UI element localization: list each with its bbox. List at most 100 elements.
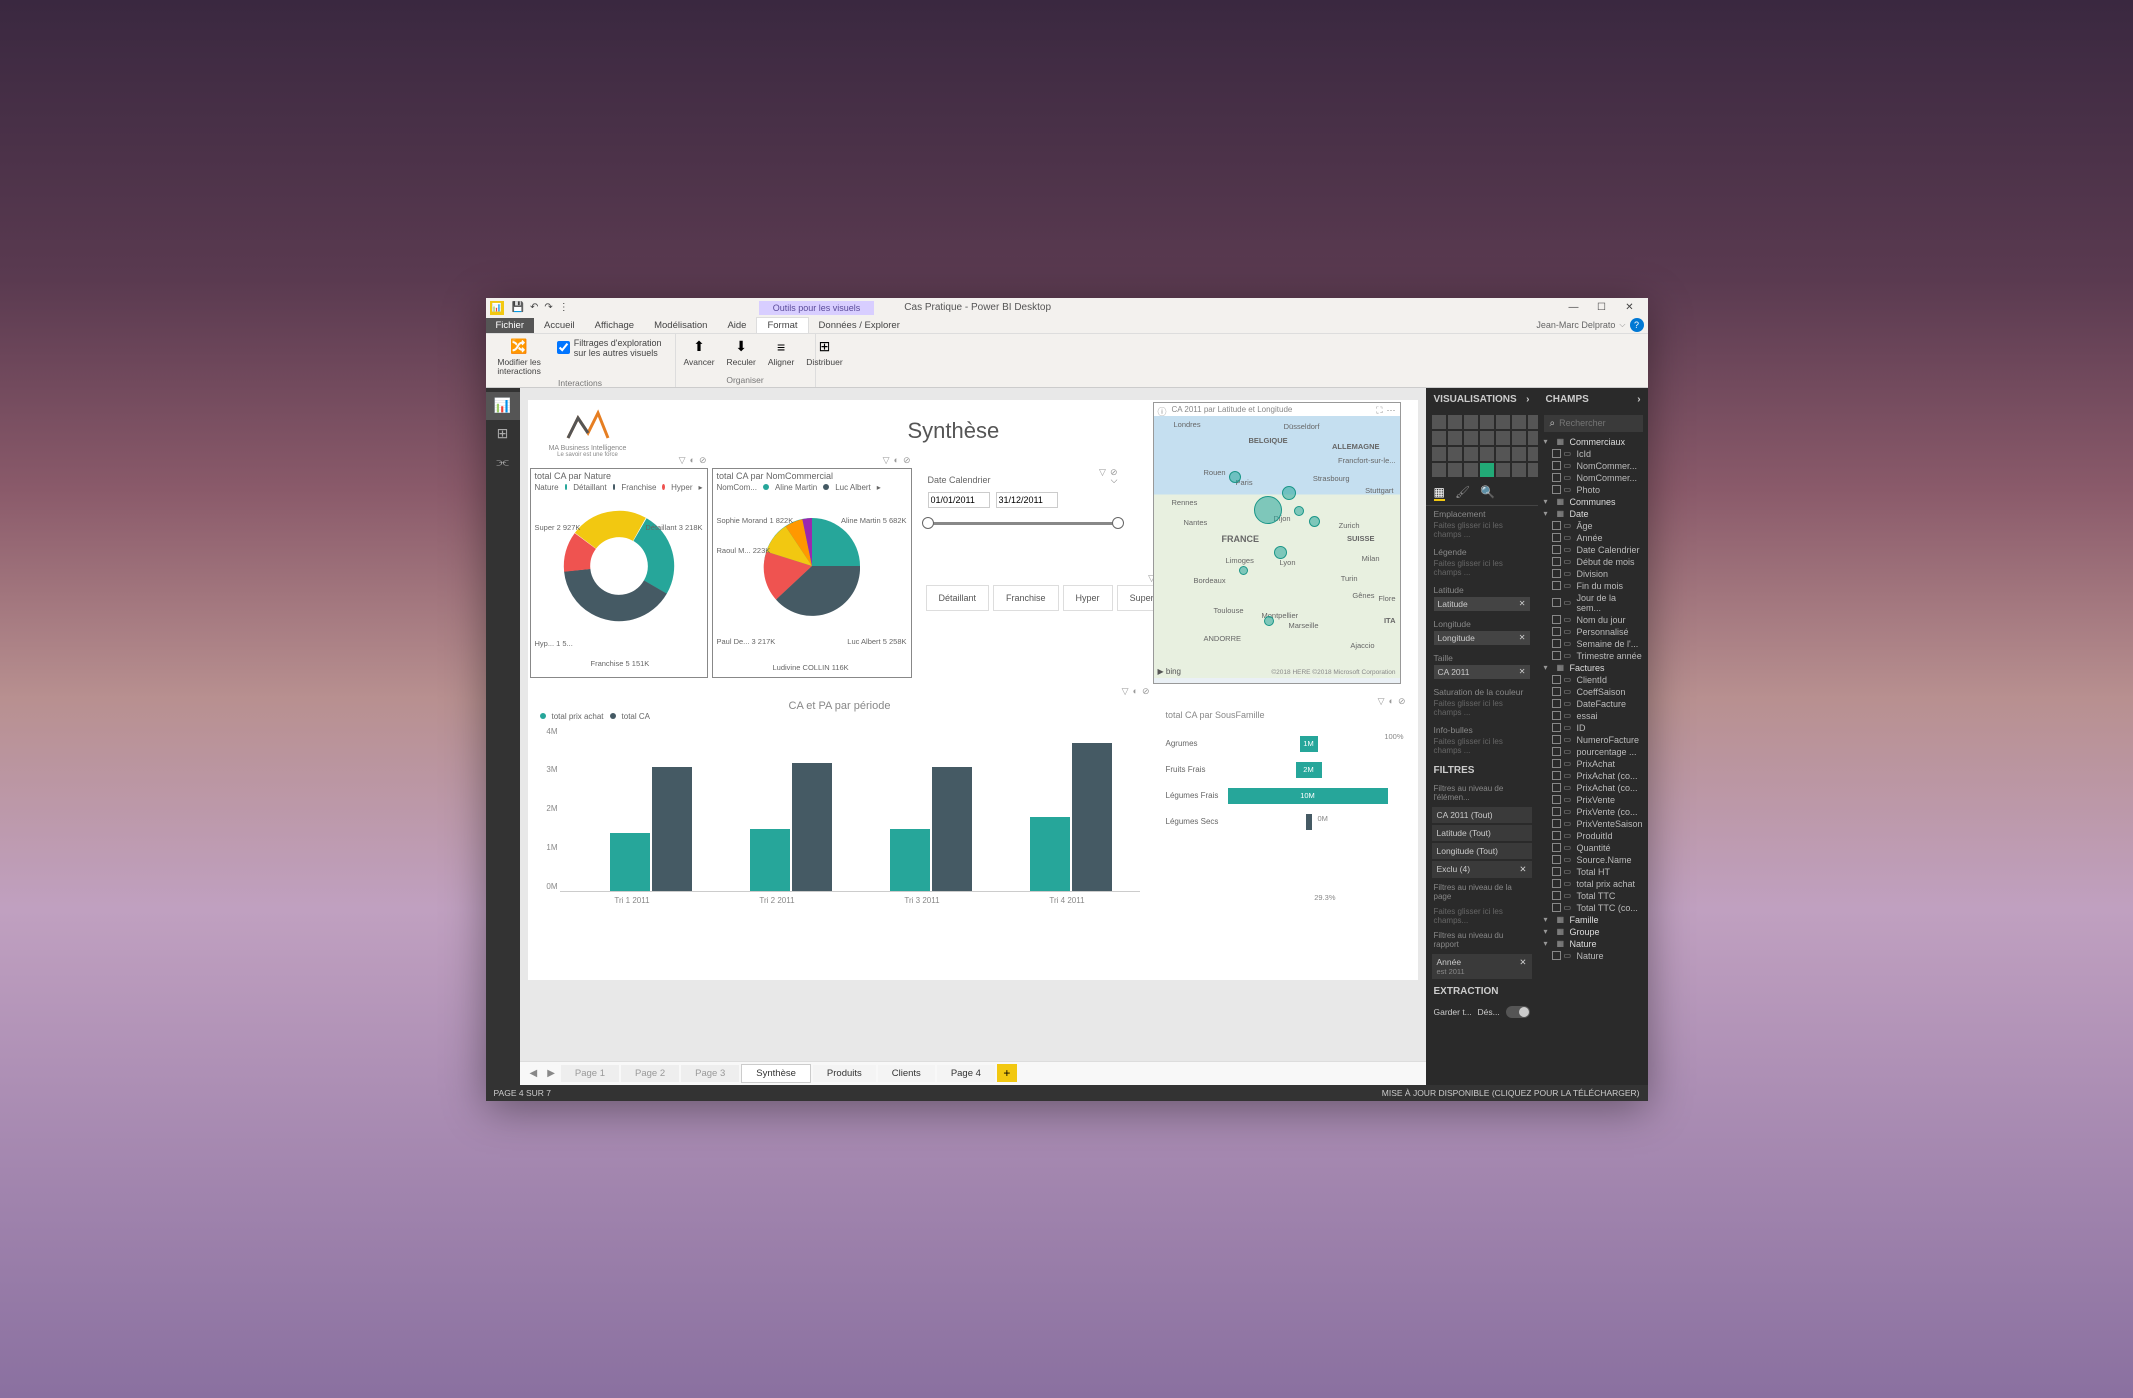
fields-tab-icon[interactable]: ▦: [1434, 485, 1445, 501]
modify-interactions-button[interactable]: 🔀 Modifier les interactions: [492, 336, 547, 379]
slider-handle-left[interactable]: [922, 517, 934, 529]
field-row[interactable]: ▭PrixVenteSaison: [1542, 818, 1645, 830]
field-row[interactable]: ▭Jour de la sem...: [1542, 592, 1645, 614]
line-column-icon[interactable]: [1432, 431, 1446, 445]
clustered-column-icon[interactable]: [1480, 415, 1494, 429]
arcgis-icon[interactable]: [1512, 463, 1526, 477]
card-icon[interactable]: [1496, 447, 1510, 461]
data-view-icon[interactable]: ⊞: [486, 420, 520, 448]
tab-accueil[interactable]: Accueil: [534, 318, 585, 333]
stacked-column-icon[interactable]: [1464, 415, 1478, 429]
date-slider[interactable]: [928, 522, 1118, 525]
page-tab[interactable]: Produits: [813, 1065, 876, 1082]
field-row[interactable]: ▭NomCommer...: [1542, 460, 1645, 472]
bring-forward-button[interactable]: ⬆Avancer: [682, 336, 717, 369]
tab-affichage[interactable]: Affichage: [585, 318, 644, 333]
maximize-icon[interactable]: ☐: [1588, 298, 1616, 318]
filter-icon[interactable]: ▽: [1122, 686, 1129, 697]
field-row[interactable]: ▭Photo: [1542, 484, 1645, 496]
tab-fichier[interactable]: Fichier: [486, 318, 535, 333]
clear-icon[interactable]: ⊘: [1110, 467, 1118, 478]
field-row[interactable]: ▭ProduitId: [1542, 830, 1645, 842]
table-row[interactable]: ▾▦Nature: [1542, 938, 1645, 950]
distribute-button[interactable]: ⊞Distribuer: [804, 336, 844, 369]
field-row[interactable]: ▭PrixVente: [1542, 794, 1645, 806]
stacked-bar-icon[interactable]: [1432, 415, 1446, 429]
none-icon[interactable]: ⊘: [1142, 686, 1150, 697]
format-tab-icon[interactable]: 🖌: [1455, 485, 1470, 501]
report-view-icon[interactable]: 📊: [486, 392, 520, 420]
page-tab[interactable]: Synthèse: [741, 1064, 811, 1083]
field-row[interactable]: ▭CoeffSaison: [1542, 686, 1645, 698]
drop-zone[interactable]: Faites glisser ici les champs ...: [1434, 735, 1530, 757]
field-latitude[interactable]: Latitude✕: [1434, 597, 1530, 611]
map-icon[interactable]: [1432, 447, 1446, 461]
area-chart-icon[interactable]: [1512, 415, 1526, 429]
table-row[interactable]: ▾▦Commerciaux: [1542, 436, 1645, 448]
field-row[interactable]: ▭Quantité: [1542, 842, 1645, 854]
field-row[interactable]: ▭NumeroFacture: [1542, 734, 1645, 746]
date-from-input[interactable]: [928, 492, 990, 508]
field-row[interactable]: ▭total prix achat: [1542, 878, 1645, 890]
user-name[interactable]: Jean-Marc Delprato: [1536, 320, 1615, 330]
none-icon[interactable]: ⊘: [699, 455, 707, 466]
add-page-button[interactable]: +: [997, 1064, 1017, 1082]
search-input[interactable]: [1559, 418, 1636, 428]
slicer-btn-detaillant[interactable]: Détaillant: [926, 585, 990, 611]
field-row[interactable]: ▭PrixAchat: [1542, 758, 1645, 770]
minimize-icon[interactable]: —: [1560, 298, 1588, 318]
gauge-icon[interactable]: [1480, 447, 1494, 461]
slicer-btn-hyper[interactable]: Hyper: [1063, 585, 1113, 611]
report-canvas[interactable]: MA Business Intelligence Le savoir est u…: [528, 400, 1418, 980]
clustered-bar-icon[interactable]: [1448, 415, 1462, 429]
field-row[interactable]: ▭essai: [1542, 710, 1645, 722]
donut-icon[interactable]: [1512, 431, 1526, 445]
close-icon[interactable]: ✕: [1616, 298, 1644, 318]
scatter-icon[interactable]: [1480, 431, 1494, 445]
field-row[interactable]: ▭Division: [1542, 568, 1645, 580]
date-to-input[interactable]: [996, 492, 1058, 508]
line-chart-icon[interactable]: [1496, 415, 1510, 429]
table-row[interactable]: ▾▦Groupe: [1542, 926, 1645, 938]
hbar-chart-sousfamille[interactable]: ▽◐⊘ total CA par SousFamille 100% Agrume…: [1166, 710, 1406, 910]
remove-icon[interactable]: ✕: [1519, 864, 1526, 875]
page-tab[interactable]: Page 2: [621, 1065, 679, 1082]
table-row[interactable]: ▾▦Communes: [1542, 496, 1645, 508]
funnel-icon[interactable]: [1464, 447, 1478, 461]
field-row[interactable]: ▭Âge: [1542, 520, 1645, 532]
page-tab[interactable]: Page 4: [937, 1065, 995, 1082]
page-next-icon[interactable]: ▶: [543, 1068, 559, 1079]
map-visual[interactable]: ⛶ ⋯ ⓘ CA 2011 par Latitude et Longitude …: [1153, 402, 1401, 684]
filter-ca2011[interactable]: CA 2011 (Tout): [1432, 807, 1532, 823]
field-row[interactable]: ▭Total TTC: [1542, 890, 1645, 902]
filter-icon[interactable]: ▽: [1099, 467, 1106, 478]
undo-icon[interactable]: ↶: [530, 302, 538, 313]
donut-chart-nature[interactable]: ▽◐⊘ total CA par Nature NatureDétaillant…: [530, 468, 708, 678]
filter-exploration-checkbox[interactable]: [557, 341, 570, 354]
slicer-icon[interactable]: [1432, 463, 1446, 477]
filter-icon[interactable]: ▽: [679, 455, 686, 466]
none-icon[interactable]: ⊘: [1398, 696, 1406, 707]
help-icon[interactable]: ?: [1630, 318, 1644, 332]
bar-chart-periode[interactable]: ▽◐⊘ CA et PA par période total prix acha…: [530, 700, 1150, 922]
legend-next-icon[interactable]: ▸: [877, 483, 881, 492]
filter-icon[interactable]: ▽: [1378, 696, 1385, 707]
field-row[interactable]: ▭Semaine de l'...: [1542, 638, 1645, 650]
field-row[interactable]: ▭DateFacture: [1542, 698, 1645, 710]
model-view-icon[interactable]: ⫘: [486, 448, 520, 476]
align-button[interactable]: ≡Aligner: [766, 336, 796, 369]
field-row[interactable]: ▭Personnalisé: [1542, 626, 1645, 638]
filled-map-icon[interactable]: [1448, 447, 1462, 461]
field-row[interactable]: ▭Année: [1542, 532, 1645, 544]
tab-donnees[interactable]: Données / Explorer: [809, 318, 910, 333]
field-row[interactable]: ▭NomCommer...: [1542, 472, 1645, 484]
send-backward-button[interactable]: ⬇Reculer: [725, 336, 758, 369]
tab-modelisation[interactable]: Modélisation: [644, 318, 717, 333]
waterfall-icon[interactable]: [1464, 431, 1478, 445]
focus-icon[interactable]: ◐: [1133, 686, 1138, 697]
field-row[interactable]: ▭ID: [1542, 722, 1645, 734]
remove-icon[interactable]: ✕: [1519, 667, 1526, 676]
filter-icon[interactable]: ▽: [883, 455, 890, 466]
qat-more-icon[interactable]: ⋮: [559, 302, 569, 313]
page-prev-icon[interactable]: ◀: [526, 1068, 542, 1079]
